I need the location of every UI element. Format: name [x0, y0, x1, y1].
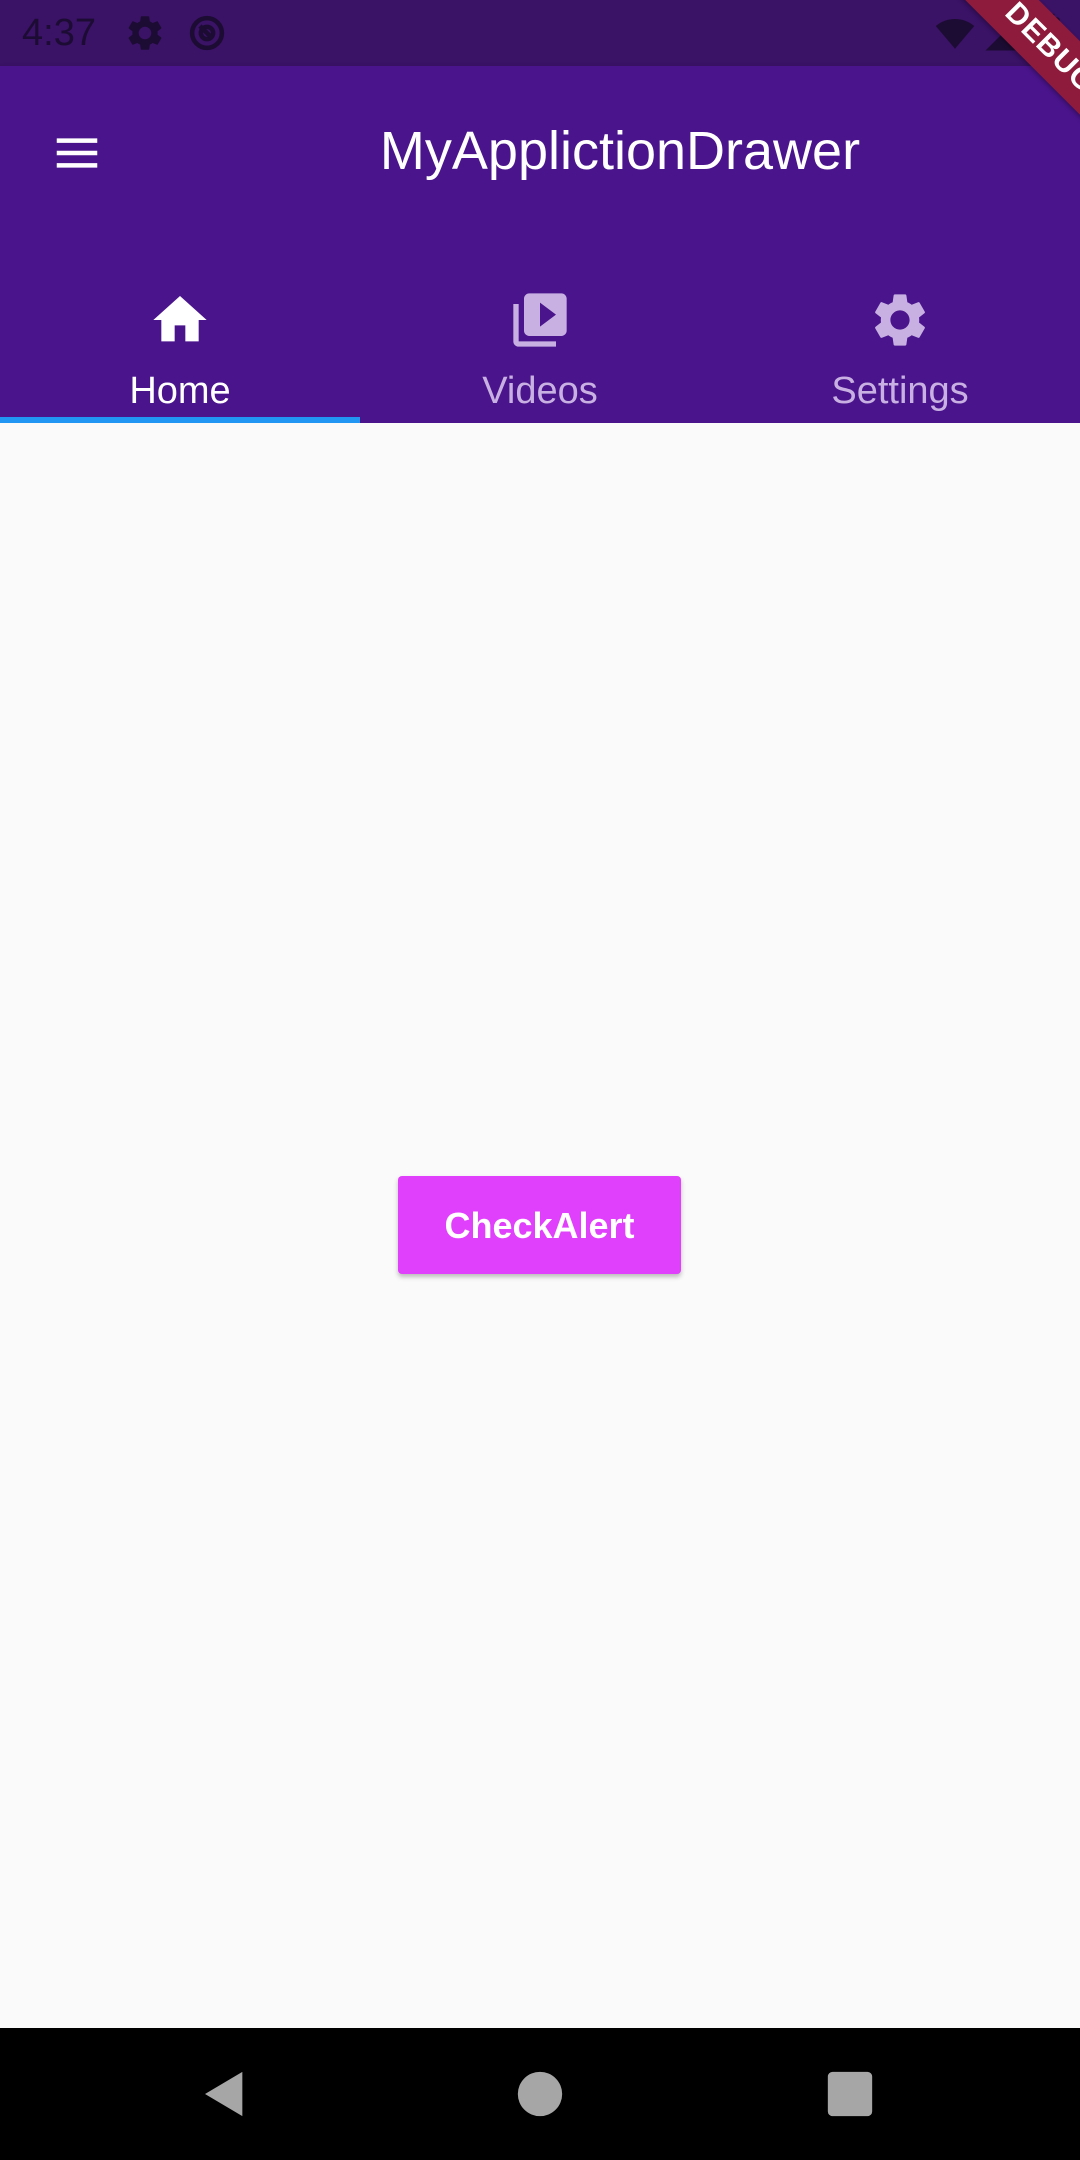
- status-time: 4:37: [22, 12, 96, 54]
- app-title: MyApplictionDrawer: [379, 121, 861, 181]
- tab-videos-label: Videos: [482, 370, 598, 412]
- home-icon: [148, 288, 212, 352]
- menu-button[interactable]: [40, 116, 114, 190]
- main-content: CheckAlert: [0, 423, 1080, 2028]
- recents-icon[interactable]: [822, 2066, 878, 2122]
- home-circle-icon[interactable]: [512, 2066, 568, 2122]
- system-nav-bar: [0, 2028, 1080, 2160]
- data-saver-icon: [186, 12, 228, 54]
- check-alert-button[interactable]: CheckAlert: [398, 1176, 681, 1274]
- tab-bar: Home Videos Settings: [0, 234, 1080, 423]
- screen: 4:37 MyApplictionDrawer Home Videos Sett…: [0, 0, 1080, 2160]
- settings-icon: [124, 12, 166, 54]
- menu-icon: [50, 126, 104, 180]
- video-library-icon: [508, 288, 572, 352]
- wifi-icon: [934, 12, 976, 54]
- tab-videos[interactable]: Videos: [360, 234, 720, 423]
- status-bar: 4:37: [0, 0, 1080, 66]
- tab-settings[interactable]: Settings: [720, 234, 1080, 423]
- back-icon[interactable]: [198, 2066, 254, 2122]
- tab-home-label: Home: [129, 370, 231, 412]
- tab-home[interactable]: Home: [0, 234, 360, 423]
- tab-settings-label: Settings: [831, 370, 969, 412]
- settings-icon: [868, 288, 932, 352]
- app-bar: MyApplictionDrawer Home Videos Settings: [0, 66, 1080, 423]
